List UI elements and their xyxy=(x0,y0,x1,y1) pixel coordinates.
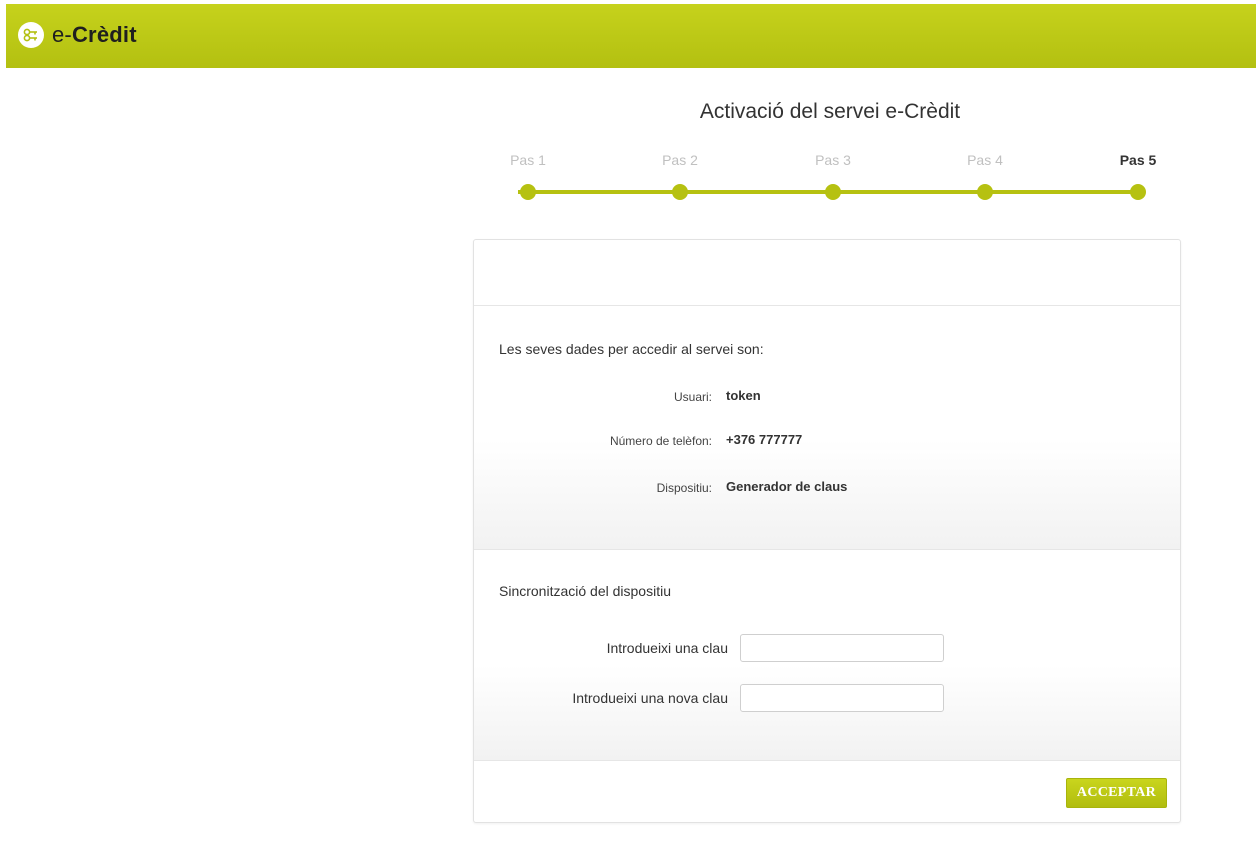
logo-prefix: e- xyxy=(52,22,72,47)
user-value: token xyxy=(726,388,761,403)
key-row: Introdueixi una clau xyxy=(474,634,1180,662)
step-2: Pas 2 xyxy=(650,152,710,200)
step-5-dot xyxy=(1130,184,1146,200)
user-row: Usuari: token xyxy=(474,388,1180,408)
step-3-dot xyxy=(825,184,841,200)
step-5: Pas 5 xyxy=(1108,152,1168,200)
device-label: Dispositiu: xyxy=(656,481,712,495)
user-label: Usuari: xyxy=(673,390,712,404)
device-row: Dispositiu: Generador de claus xyxy=(474,479,1180,499)
page-title: Activació del servei e-Crèdit xyxy=(699,100,961,123)
key-label: Introdueixi una clau xyxy=(606,640,728,656)
new-key-input[interactable] xyxy=(740,684,944,712)
step-1-dot xyxy=(520,184,536,200)
step-4-dot xyxy=(977,184,993,200)
step-4: Pas 4 xyxy=(955,152,1015,200)
step-4-label: Pas 4 xyxy=(967,152,1003,168)
activation-card: Les seves dades per accedir al servei so… xyxy=(473,239,1181,823)
phone-value: +376 777777 xyxy=(726,432,803,447)
device-sync-heading: Sincronització del dispositiu xyxy=(499,583,671,599)
device-value: Generador de claus xyxy=(726,479,848,494)
step-2-dot xyxy=(672,184,688,200)
step-1-label: Pas 1 xyxy=(510,152,546,168)
card-header xyxy=(474,240,1180,306)
step-5-label: Pas 5 xyxy=(1119,152,1157,168)
new-key-row: Introdueixi una nova clau xyxy=(474,684,1180,712)
device-sync-section: Sincronització del dispositiu Introdueix… xyxy=(474,550,1180,761)
step-2-label: Pas 2 xyxy=(662,152,698,168)
logo[interactable]: e-Crèdit xyxy=(18,20,137,50)
step-3-label: Pas 3 xyxy=(815,152,851,168)
top-bar: e-Crèdit xyxy=(6,4,1256,68)
new-key-label: Introdueixi una nova clau xyxy=(572,690,728,706)
logo-name: Crèdit xyxy=(71,22,137,47)
access-data-heading: Les seves dades per accedir al servei so… xyxy=(499,341,764,357)
step-3: Pas 3 xyxy=(803,152,863,200)
key-logo-icon xyxy=(18,22,44,48)
access-data-section: Les seves dades per accedir al servei so… xyxy=(474,306,1180,550)
key-input[interactable] xyxy=(740,634,944,662)
phone-row: Número de telèfon: +376 777777 xyxy=(474,432,1180,452)
phone-label: Número de telèfon: xyxy=(609,434,712,448)
progress-steps: Pas 1 Pas 2 Pas 3 Pas 4 Pas 5 xyxy=(498,152,1158,202)
step-1: Pas 1 xyxy=(498,152,558,200)
logo-text: e-Crèdit xyxy=(52,22,137,48)
accept-button[interactable]: ACCEPTAR xyxy=(1066,778,1167,808)
